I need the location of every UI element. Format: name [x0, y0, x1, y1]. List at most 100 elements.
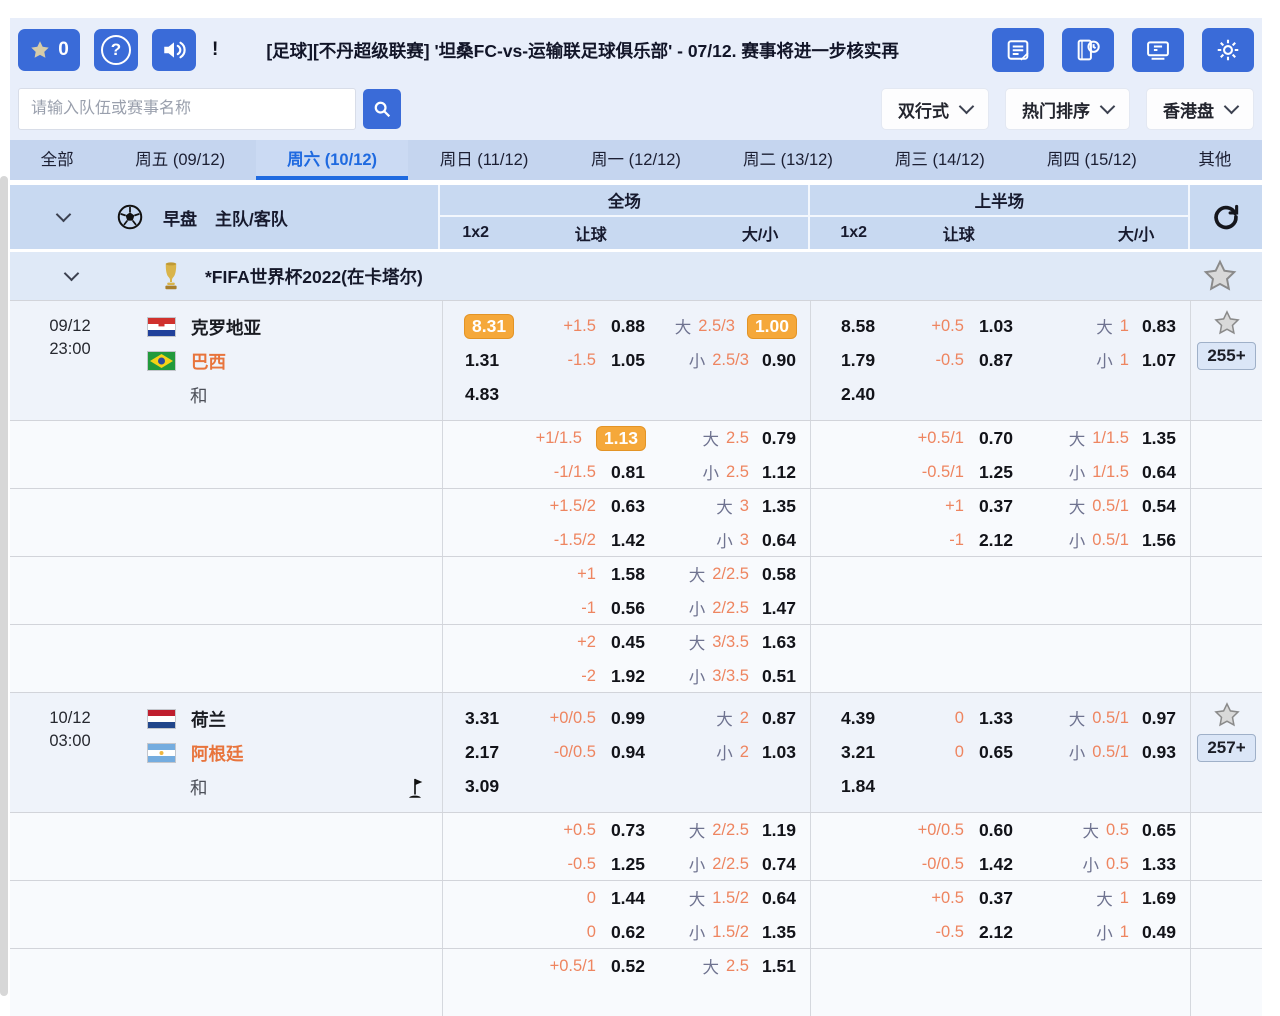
odds-value[interactable]: 0.52	[611, 956, 645, 977]
odds-value[interactable]: 0.51	[762, 666, 796, 687]
odds-type-dropdown[interactable]: 香港盘	[1146, 88, 1254, 130]
odds-value[interactable]: 1.33	[1142, 854, 1176, 875]
odds-value[interactable]: 0.37	[979, 888, 1013, 909]
odds-value[interactable]: 1.58	[611, 564, 645, 585]
odds-value[interactable]: 4.83	[465, 384, 499, 405]
odds-value[interactable]: 0.65	[979, 742, 1013, 763]
odds-value[interactable]: 0.73	[611, 820, 645, 841]
odds-value[interactable]: 1.47	[762, 598, 796, 619]
odds-value[interactable]: 0.65	[1142, 820, 1176, 841]
tab-other[interactable]: 其他	[1168, 140, 1262, 180]
favorites-button[interactable]: 0	[18, 29, 80, 71]
odds-value[interactable]: 1.42	[611, 530, 645, 551]
more-markets-button[interactable]: 257+	[1197, 734, 1255, 762]
odds-value[interactable]: 0.64	[762, 530, 796, 551]
odds-value[interactable]: 0.99	[611, 708, 645, 729]
odds-value[interactable]: 1.35	[762, 922, 796, 943]
odds-value[interactable]: 1.33	[979, 708, 1013, 729]
odds-value[interactable]: 0.74	[762, 854, 796, 875]
odds-value[interactable]: 0.88	[611, 316, 645, 337]
odds-value[interactable]: 1.79	[841, 350, 875, 371]
odds-value[interactable]: 1.13	[597, 427, 645, 450]
odds-value[interactable]: 3.31	[465, 708, 499, 729]
odds-value[interactable]: 1.63	[762, 632, 796, 653]
odds-value[interactable]: 0.45	[611, 632, 645, 653]
odds-value[interactable]: 0.60	[979, 820, 1013, 841]
odds-value[interactable]: 3.21	[841, 742, 875, 763]
search-button[interactable]	[363, 89, 401, 129]
odds-value[interactable]: 0.64	[762, 888, 796, 909]
odds-value[interactable]: 0.56	[611, 598, 645, 619]
tab-saturday-active[interactable]: 周六 (10/12)	[256, 140, 408, 180]
odds-value[interactable]: 1.35	[762, 496, 796, 517]
odds-value[interactable]: 1.56	[1142, 530, 1176, 551]
refresh-button[interactable]	[1188, 185, 1262, 249]
league-collapse-chevron-icon[interactable]	[64, 266, 80, 282]
home-team[interactable]: 荷兰	[130, 702, 442, 736]
sort-dropdown[interactable]: 热门排序	[1005, 88, 1130, 130]
help-button[interactable]: ?	[94, 29, 138, 71]
odds-value[interactable]: 0.81	[611, 462, 645, 483]
match-star-icon[interactable]	[1213, 701, 1241, 729]
tab-all[interactable]: 全部	[10, 140, 104, 180]
odds-value[interactable]: 0.58	[762, 564, 796, 585]
odds-value[interactable]: 2.17	[465, 742, 499, 763]
odds-value[interactable]: 0.94	[611, 742, 645, 763]
odds-value[interactable]: 1.44	[611, 888, 645, 909]
schedule-button[interactable]	[1062, 28, 1114, 72]
odds-value[interactable]: 1.07	[1142, 350, 1176, 371]
home-team[interactable]: 克罗地亚	[130, 310, 442, 344]
odds-value[interactable]: 1.35	[1142, 428, 1176, 449]
odds-value[interactable]: 2.40	[841, 384, 875, 405]
odds-value[interactable]: 1.69	[1142, 888, 1176, 909]
tab-wednesday[interactable]: 周三 (14/12)	[864, 140, 1016, 180]
odds-value[interactable]: 1.03	[762, 742, 796, 763]
odds-value[interactable]: 0.64	[1142, 462, 1176, 483]
odds-value[interactable]: 0.62	[611, 922, 645, 943]
odds-value[interactable]: 1.51	[762, 956, 796, 977]
odds-value[interactable]: 1.12	[762, 462, 796, 483]
news-button[interactable]	[992, 28, 1044, 72]
odds-value[interactable]: 1.92	[611, 666, 645, 687]
away-team[interactable]: 巴西	[130, 344, 442, 378]
tab-sunday[interactable]: 周日 (11/12)	[408, 140, 560, 180]
odds-value[interactable]: 1.25	[611, 854, 645, 875]
sound-button[interactable]	[152, 29, 196, 71]
odds-value[interactable]: 3.09	[465, 776, 499, 797]
odds-value[interactable]: 2.12	[979, 530, 1013, 551]
more-markets-button[interactable]: 255+	[1197, 342, 1255, 370]
view-mode-dropdown[interactable]: 双行式	[881, 88, 989, 130]
match-star-icon[interactable]	[1213, 309, 1241, 337]
odds-value[interactable]: 0.79	[762, 428, 796, 449]
settings-button[interactable]	[1202, 28, 1254, 72]
collapse-all-chevron-icon[interactable]	[56, 207, 72, 223]
odds-value[interactable]: 0.93	[1142, 742, 1176, 763]
tab-friday[interactable]: 周五 (09/12)	[104, 140, 256, 180]
odds-value[interactable]: 1.19	[762, 820, 796, 841]
odds-value[interactable]: 0.49	[1142, 922, 1176, 943]
league-row[interactable]: *FIFA世界杯2022(在卡塔尔)	[10, 252, 1262, 300]
search-input[interactable]	[18, 88, 356, 130]
odds-value[interactable]: 0.83	[1142, 316, 1176, 337]
odds-value[interactable]: 1.00	[748, 315, 796, 338]
odds-value[interactable]: 1.25	[979, 462, 1013, 483]
odds-value[interactable]: 8.58	[841, 316, 875, 337]
odds-value[interactable]: 0.87	[979, 350, 1013, 371]
odds-value[interactable]: 0.87	[762, 708, 796, 729]
odds-value[interactable]: 1.31	[465, 350, 499, 371]
odds-value[interactable]: 1.05	[611, 350, 645, 371]
tab-monday[interactable]: 周一 (12/12)	[560, 140, 712, 180]
league-star-icon[interactable]	[1202, 258, 1238, 294]
live-button[interactable]	[1132, 28, 1184, 72]
odds-value[interactable]: 0.54	[1142, 496, 1176, 517]
odds-value[interactable]: 4.39	[841, 708, 875, 729]
tab-thursday[interactable]: 周四 (15/12)	[1016, 140, 1168, 180]
odds-value[interactable]: 2.12	[979, 922, 1013, 943]
odds-value[interactable]: 1.03	[979, 316, 1013, 337]
tab-tuesday[interactable]: 周二 (13/12)	[712, 140, 864, 180]
odds-value[interactable]: 0.97	[1142, 708, 1176, 729]
odds-value[interactable]: 0.90	[762, 350, 796, 371]
odds-value[interactable]: 0.63	[611, 496, 645, 517]
odds-value[interactable]: 8.31	[465, 315, 513, 338]
odds-value[interactable]: 0.70	[979, 428, 1013, 449]
